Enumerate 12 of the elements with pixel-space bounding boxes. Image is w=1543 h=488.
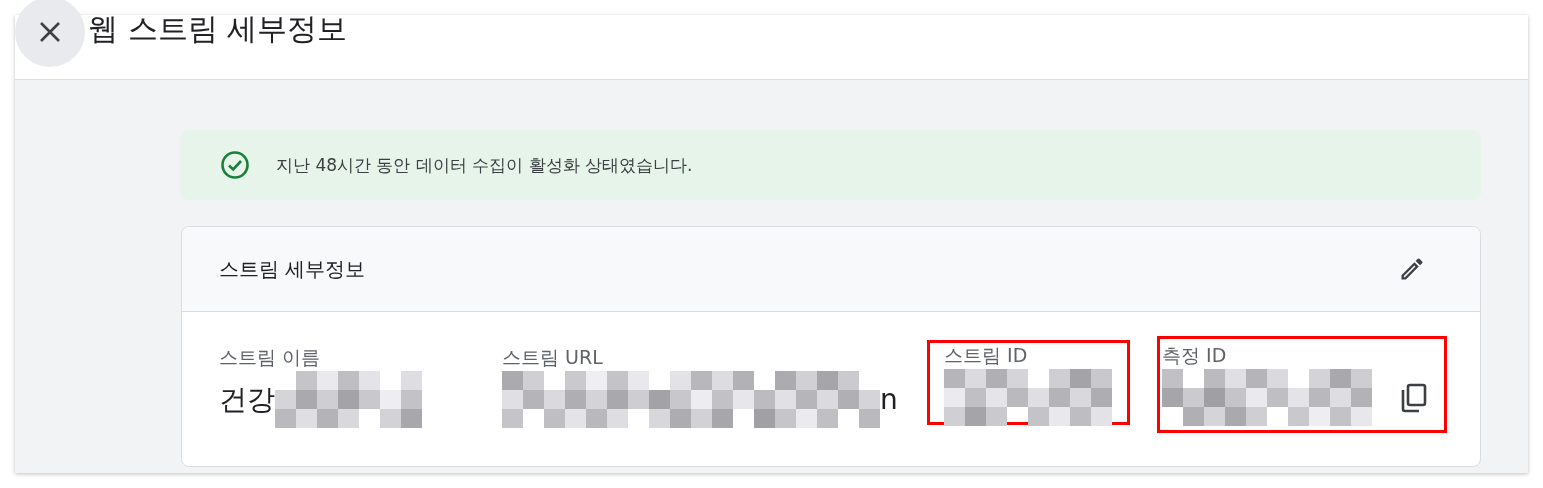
card-title: 스트림 세부정보 <box>219 255 366 283</box>
copy-icon <box>1400 382 1428 413</box>
close-icon <box>39 21 61 43</box>
field-value: 건강 <box>219 381 275 418</box>
check-circle-icon <box>220 150 250 180</box>
field-value: n <box>880 383 898 416</box>
field-label: 스트림 URL <box>502 345 604 370</box>
page-title: 웹 스트림 세부정보 <box>88 10 348 48</box>
field-label: 측정 ID <box>1162 343 1228 368</box>
field-label: 스트림 ID <box>944 343 1029 368</box>
field-label: 스트림 이름 <box>219 345 322 370</box>
status-message: 지난 48시간 동안 데이터 수집이 활성화 상태였습니다. <box>276 153 693 177</box>
